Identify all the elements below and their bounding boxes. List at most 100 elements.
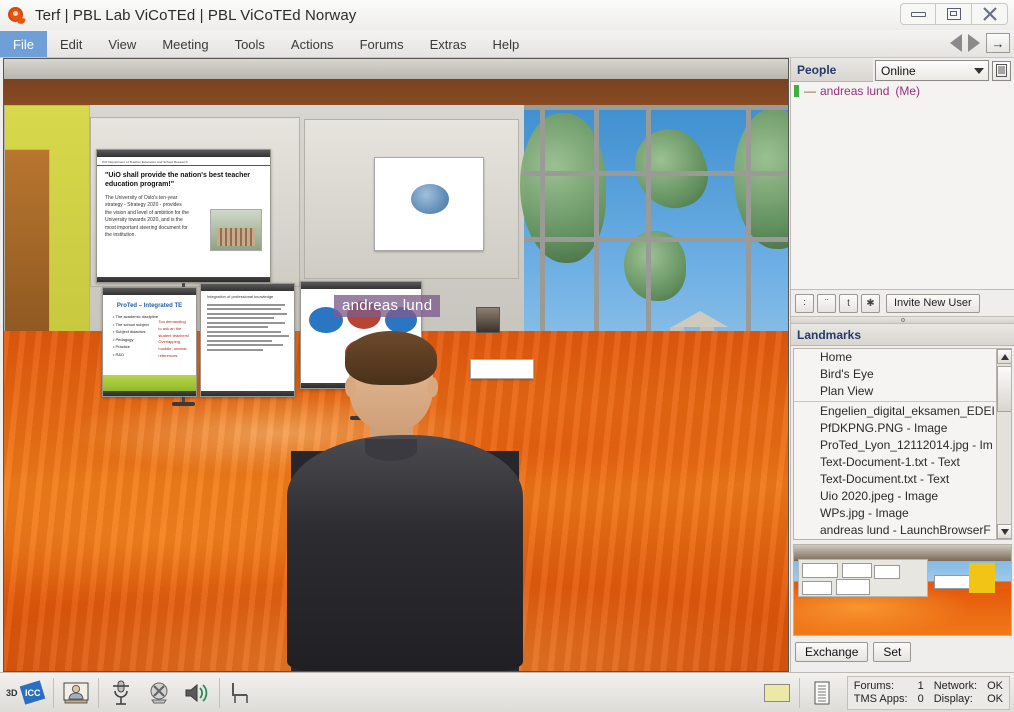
back-triangle-icon[interactable] [950, 34, 962, 52]
forums-value: 1 [917, 680, 924, 692]
scene-ceiling-slab [4, 59, 788, 79]
microphone-icon [113, 680, 129, 705]
voice-button[interactable]: ¨ [817, 293, 836, 313]
menu-edit[interactable]: Edit [47, 31, 95, 57]
slide-uio-photo [210, 209, 262, 251]
people-tools-row: ∶ ¨ t ✱ Invite New User [791, 290, 1014, 316]
scroll-up-arrow-icon[interactable] [997, 349, 1011, 364]
list-item[interactable]: Text-Document.txt - Text [794, 471, 1011, 488]
people-panel-header: People Online [791, 58, 1014, 82]
people-list[interactable]: — andreas lund (Me) [791, 82, 1014, 290]
sticky-note-button[interactable] [758, 676, 796, 710]
notes-list-button[interactable] [803, 676, 841, 710]
wall-art-left [4, 149, 50, 359]
scrollbar-thumb[interactable] [997, 366, 1011, 412]
microphone-button[interactable] [102, 676, 140, 710]
bottom-toolbar: 3D ICC Forums: 1 Network: OK TMS Apps: 0… [0, 672, 1014, 712]
speaker-button[interactable] [178, 676, 216, 710]
right-side-panel: People Online — andreas lund (Me) ∶ ¨ t … [790, 58, 1014, 672]
text-button[interactable]: t [839, 293, 858, 313]
camera-off-button[interactable] [140, 676, 178, 710]
menu-tools[interactable]: Tools [222, 31, 278, 57]
notes-list-icon [814, 681, 830, 705]
set-button[interactable]: Set [873, 642, 912, 662]
wall-slide-uio[interactable]: UiO Department of Teacher Education and … [96, 149, 271, 283]
menu-meeting[interactable]: Meeting [149, 31, 221, 57]
landmark-view-plan-view[interactable]: Plan View [794, 383, 1011, 400]
wall-poster-image[interactable] [374, 157, 484, 251]
navigation-buttons: → [950, 33, 1010, 53]
go-arrow-icon[interactable]: → [986, 33, 1010, 53]
wall-slide-proted[interactable]: ProTed – Integrated TE • The academic di… [102, 287, 197, 397]
list-item[interactable]: andreas lund - LaunchBrowserF [794, 522, 1011, 539]
status-bar: Forums: 1 Network: OK TMS Apps: 0 Displa… [846, 675, 1010, 710]
menu-bar: File Edit View Meeting Tools Actions For… [0, 30, 1014, 58]
person-me-label: (Me) [895, 84, 921, 98]
landmark-view-home[interactable]: Home [794, 349, 1011, 366]
slide-uio-header: UiO Department of Teacher Education and … [97, 157, 270, 166]
landmarks-list[interactable]: Home Bird's Eye Plan View Engelien_digit… [793, 348, 1012, 540]
list-view-icon[interactable] [992, 60, 1011, 81]
slide-uio-headline: "UiO shall provide the nation's best tea… [105, 172, 251, 188]
scroll-down-arrow-icon[interactable] [997, 524, 1011, 539]
menu-forums[interactable]: Forums [347, 31, 417, 57]
close-icon [982, 7, 997, 21]
list-item[interactable]: WPs.jpg - Image [794, 505, 1011, 522]
window-title: Terf | PBL Lab ViCoTEd | PBL ViCoTEd Nor… [35, 6, 357, 24]
menu-extras[interactable]: Extras [417, 31, 480, 57]
star-button[interactable]: ✱ [861, 293, 880, 313]
forward-triangle-icon[interactable] [968, 34, 980, 52]
menu-view[interactable]: View [95, 31, 149, 57]
application-window: Terf | PBL Lab ViCoTEd | PBL ViCoTEd Nor… [0, 0, 1014, 712]
3d-icc-logo-icon: 3D ICC [6, 679, 50, 706]
menu-help[interactable]: Help [479, 31, 532, 57]
avatar[interactable] [287, 331, 523, 671]
chevron-down-icon [974, 68, 984, 74]
person-dash-icon: — [804, 84, 816, 98]
tms-apps-value: 0 [917, 693, 924, 705]
preview-buttons-row: Exchange Set [791, 636, 1014, 662]
display-value: OK [987, 693, 1003, 705]
landmarks-panel-title: Landmarks [791, 324, 1014, 346]
status-badge [794, 85, 799, 97]
webcam-button[interactable] [57, 676, 95, 710]
chair-icon [232, 682, 248, 703]
minimize-button[interactable] [900, 3, 936, 25]
landmarks-scrollbar[interactable] [996, 349, 1011, 539]
network-label: Network: [933, 680, 978, 692]
invite-new-user-button[interactable]: Invite New User [886, 293, 980, 313]
tms-apps-label: TMS Apps: [853, 693, 908, 705]
speaker-icon [185, 683, 208, 702]
landmark-view-birds-eye[interactable]: Bird's Eye [794, 366, 1011, 383]
scene-preview-thumbnail[interactable] [793, 544, 1012, 636]
list-item[interactable]: Uio 2020.jpeg - Image [794, 488, 1011, 505]
maximize-button[interactable] [936, 3, 972, 25]
people-filter-value: Online [881, 63, 916, 78]
list-item[interactable]: Engelien_digital_eksamen_EDEI [794, 403, 1011, 420]
network-value: OK [987, 680, 1003, 692]
people-filter-select[interactable]: Online [875, 60, 989, 81]
sit-button[interactable] [223, 676, 261, 710]
menu-actions[interactable]: Actions [278, 31, 347, 57]
list-item[interactable]: Text-Document-1.txt - Text [794, 454, 1011, 471]
webcam-avatar-icon [63, 682, 89, 703]
people-panel-title: People [791, 58, 873, 82]
panel-splitter[interactable] [791, 316, 1014, 324]
3d-scene-viewport[interactable]: UiO Department of Teacher Education and … [3, 58, 789, 672]
slide-proted-title: ProTed – Integrated TE [116, 303, 183, 309]
close-button[interactable] [972, 3, 1008, 25]
list-item[interactable]: — andreas lund (Me) [791, 82, 1014, 100]
slide-textdoc-title: Integration of professional knowledge [207, 294, 274, 299]
title-bar: Terf | PBL Lab ViCoTEd | PBL ViCoTEd Nor… [0, 0, 1014, 30]
avatar-video-thumbnail[interactable] [476, 307, 500, 333]
list-item[interactable]: andreas lund - WhiteBoard - D [794, 539, 1011, 540]
camera-disabled-icon [150, 682, 168, 703]
wall-slide-text-doc[interactable]: Integration of professional knowledge [200, 283, 295, 397]
display-label: Display: [933, 693, 973, 705]
sticky-note-icon [764, 684, 790, 702]
list-item[interactable]: ProTed_Lyon_12112014.jpg - Im [794, 437, 1011, 454]
chat-button[interactable]: ∶ [795, 293, 814, 313]
list-item[interactable]: PfDKPNG.PNG - Image [794, 420, 1011, 437]
menu-file[interactable]: File [0, 31, 47, 57]
exchange-button[interactable]: Exchange [795, 642, 869, 662]
